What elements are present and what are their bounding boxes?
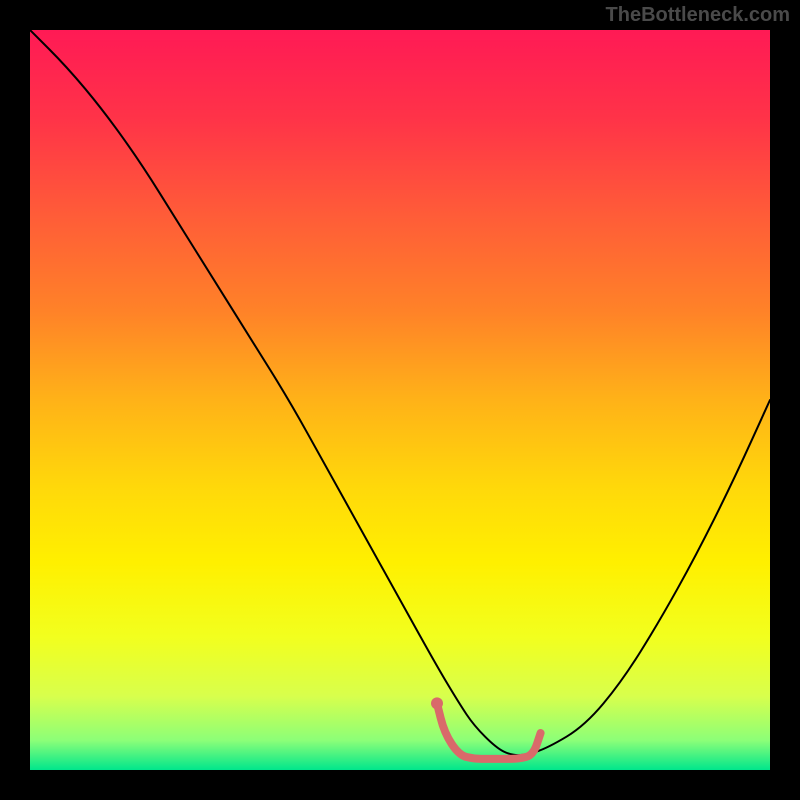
optimal-marker-start-dot xyxy=(431,697,443,709)
plot-area xyxy=(30,30,770,770)
gradient-background xyxy=(30,30,770,770)
chart-container: TheBottleneck.com xyxy=(0,0,800,800)
plot-svg xyxy=(30,30,770,770)
watermark-text: TheBottleneck.com xyxy=(606,4,790,27)
